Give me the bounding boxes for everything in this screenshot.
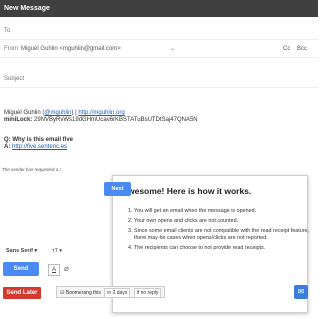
popup-item: Your own opens and clicks are not counte… (134, 218, 314, 225)
next-button[interactable]: Next (104, 182, 131, 196)
popup-title: Awesome! Here is how it works. (122, 186, 252, 196)
minilock-line: miniLock: 29NVByRvWs19dGHmUcav6rKBSTATuB… (4, 117, 198, 123)
signature-handle-link[interactable]: @mguhlin (44, 110, 71, 116)
to-row[interactable]: To (0, 22, 318, 40)
quote-question: Q: Why is this email five (4, 137, 74, 143)
attach-icon[interactable]: ⌀ (64, 264, 69, 273)
signature-name: Miguel Guhlin ( (4, 110, 45, 116)
quote-answer-link[interactable]: http://five.sentenc.es (12, 144, 67, 150)
subject-row[interactable]: Subject (0, 70, 318, 88)
formatting-options-icon[interactable]: A (48, 264, 60, 276)
from-value[interactable]: Miguel Guhlin <mguhlin@gmail.com> (21, 46, 121, 52)
window-title: New Message (0, 0, 318, 17)
minilock-label: miniLock: (4, 117, 33, 123)
to-label: To (4, 28, 11, 34)
send-button[interactable]: Send (3, 262, 39, 276)
font-size-select[interactable]: тT ▾ (52, 248, 62, 254)
receipt-note: The sender has requested a r (2, 167, 62, 172)
send-later-button[interactable]: Send Later (3, 287, 41, 299)
boomerang-bar: ☑ Boomerang this in 2 days if no reply (56, 286, 166, 298)
popup-list: You will get an email when the message i… (122, 208, 314, 255)
quote-answer-label: A: (4, 144, 11, 150)
bcc-link[interactable]: Bcc (297, 46, 307, 52)
quote-answer: A: http://five.sentenc.es (4, 144, 67, 150)
boomerang-label: Boomerang this (65, 290, 101, 296)
signature-url-link[interactable]: http://mguhlin.org (78, 110, 124, 116)
boomerang-condition-field[interactable]: if no reply (133, 288, 162, 298)
popup-item: You will get an email when the message i… (134, 208, 314, 215)
chevron-down-icon[interactable]: ⌄ (170, 45, 175, 52)
boomerang-icon[interactable]: ✉ (294, 285, 308, 299)
popup-item: The recipients can choose to not provide… (134, 245, 314, 252)
popup-item: Since some email clients are not compati… (134, 228, 314, 242)
cc-link[interactable]: Cc (283, 46, 290, 52)
boomerang-when-field[interactable]: in 2 days (104, 288, 131, 298)
minilock-value: 29NVByRvWs19dGHmUcav6rKBSTATuBsUTDtSaj47… (34, 117, 198, 123)
signature-line: Miguel Guhlin (@mguhlin) | http://mguhli… (4, 110, 125, 116)
boomerang-checkbox[interactable]: ☑ (60, 290, 64, 296)
font-family-select[interactable]: Sans Serif ▾ (6, 248, 37, 254)
from-row: From Miguel Guhlin <mguhlin@gmail.com> ⌄… (0, 40, 318, 58)
subject-placeholder: Subject (4, 76, 25, 82)
from-label: From (4, 46, 18, 52)
